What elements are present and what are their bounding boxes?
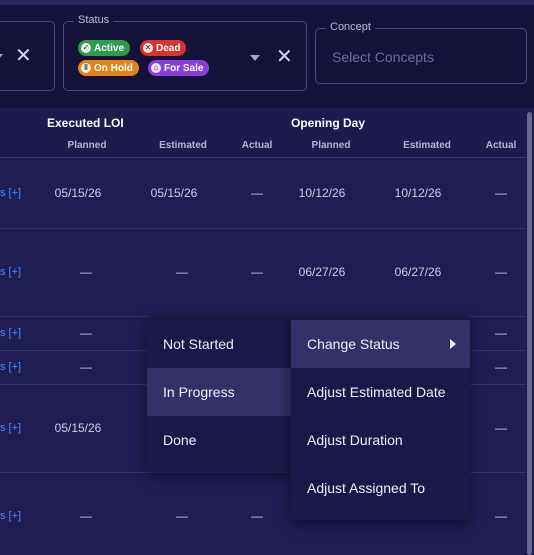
- status-filter[interactable]: Status ✓ Active ✕ Dead ‖ On Hold ⌂ For S…: [63, 14, 307, 91]
- row-link[interactable]: s [+]: [0, 187, 21, 199]
- status-option-in-progress[interactable]: In Progress: [147, 368, 293, 416]
- filter-bar: ✕ Status ✓ Active ✕ Dead ‖ On Hold ⌂ For…: [0, 5, 534, 108]
- status-option-done[interactable]: Done: [147, 416, 293, 464]
- od-actual-cell: —: [495, 326, 507, 340]
- menu-change-status[interactable]: Change Status: [291, 320, 470, 368]
- od-estimated-cell: 10/12/26: [394, 186, 442, 200]
- status-option-not-started[interactable]: Not Started: [147, 320, 293, 368]
- col-loi-planned[interactable]: Planned: [52, 140, 122, 151]
- chip-label: Active: [94, 42, 125, 54]
- concept-legend: Concept: [326, 21, 375, 33]
- row-link[interactable]: s [+]: [0, 361, 21, 373]
- table-row[interactable]: s [+] 05/15/26 05/15/26 — 10/12/26 10/12…: [0, 158, 526, 229]
- status-chip-for-sale[interactable]: ⌂ For Sale: [148, 60, 210, 76]
- od-planned-cell: 10/12/26: [298, 186, 346, 200]
- menu-adjust-estimated-date[interactable]: Adjust Estimated Date: [291, 368, 470, 416]
- row-link[interactable]: s [+]: [0, 266, 21, 278]
- loi-estimated-cell: —: [176, 265, 188, 279]
- table-header: Executed LOI Opening Day Planned Estimat…: [0, 108, 526, 158]
- status-submenu: Not Started In Progress Done: [147, 316, 293, 472]
- x-circle-icon: ✕: [143, 43, 153, 53]
- chevron-down-icon[interactable]: [250, 55, 260, 61]
- loi-planned-cell: —: [80, 326, 92, 340]
- od-planned-cell: 06/27/26: [298, 265, 346, 279]
- loi-planned-cell: 05/15/26: [54, 421, 102, 435]
- chevron-right-icon: [450, 339, 456, 349]
- loi-actual-cell: —: [251, 509, 263, 523]
- group-opening-day: Opening Day: [291, 116, 366, 130]
- loi-planned-cell: —: [80, 265, 92, 279]
- chip-label: Dead: [156, 42, 181, 54]
- chip-label: For Sale: [164, 62, 204, 74]
- row-link[interactable]: s [+]: [0, 422, 21, 434]
- od-actual-cell: —: [495, 265, 507, 279]
- chevron-down-icon[interactable]: [0, 54, 3, 60]
- col-loi-estimated[interactable]: Estimated: [148, 140, 218, 151]
- loi-estimated-cell: —: [176, 509, 188, 523]
- menu-adjust-duration[interactable]: Adjust Duration: [291, 416, 470, 464]
- row-context-menu: Change Status Adjust Estimated Date Adju…: [291, 316, 470, 520]
- row-link[interactable]: s [+]: [0, 510, 21, 522]
- status-chip-on-hold[interactable]: ‖ On Hold: [78, 60, 139, 76]
- loi-planned-cell: —: [80, 360, 92, 374]
- col-od-actual[interactable]: Actual: [466, 140, 534, 151]
- prior-filter-field[interactable]: ✕: [0, 21, 55, 91]
- clear-status-icon[interactable]: ✕: [276, 47, 293, 67]
- concept-placeholder: Select Concepts: [332, 49, 434, 65]
- loi-planned-cell: 05/15/26: [54, 186, 102, 200]
- col-od-planned[interactable]: Planned: [296, 140, 366, 151]
- menu-item-label: Change Status: [307, 336, 400, 352]
- scrollbar-thumb[interactable]: [527, 112, 532, 555]
- od-actual-cell: —: [495, 421, 507, 435]
- col-loi-actual[interactable]: Actual: [222, 140, 292, 151]
- od-estimated-cell: 06/27/26: [394, 265, 442, 279]
- col-od-estimated[interactable]: Estimated: [392, 140, 462, 151]
- loi-estimated-cell: 05/15/26: [150, 186, 198, 200]
- status-chip-dead[interactable]: ✕ Dead: [140, 40, 187, 56]
- group-executed-loi: Executed LOI: [47, 116, 124, 130]
- status-legend: Status: [74, 14, 114, 26]
- table-row[interactable]: s [+] — — — 06/27/26 06/27/26 —: [0, 229, 526, 317]
- concept-filter[interactable]: Concept Select Concepts: [315, 21, 527, 84]
- menu-adjust-assigned-to[interactable]: Adjust Assigned To: [291, 464, 470, 512]
- chip-label: On Hold: [94, 62, 133, 74]
- clear-filter-icon[interactable]: ✕: [15, 46, 32, 66]
- od-actual-cell: —: [495, 186, 507, 200]
- status-chip-active[interactable]: ✓ Active: [78, 40, 131, 56]
- check-circle-icon: ✓: [81, 43, 91, 53]
- row-link[interactable]: s [+]: [0, 327, 21, 339]
- tag-icon: ⌂: [151, 63, 161, 73]
- loi-planned-cell: —: [80, 509, 92, 523]
- pause-circle-icon: ‖: [81, 63, 91, 73]
- od-actual-cell: —: [495, 509, 507, 523]
- od-actual-cell: —: [495, 360, 507, 374]
